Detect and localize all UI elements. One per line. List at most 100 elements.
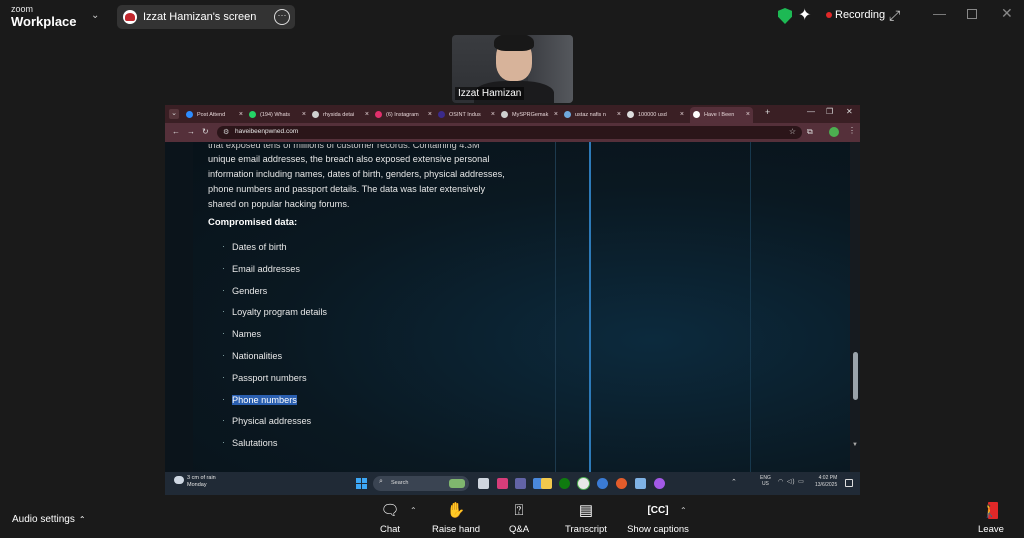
list-item-text: Dates of birth (232, 242, 287, 252)
tab-close-icon[interactable]: × (428, 107, 432, 123)
chevron-up-icon[interactable]: ⌃ (410, 506, 417, 515)
qa-button[interactable]: ⍰ Q&A (506, 502, 532, 535)
audio-settings-button[interactable]: Audio settings ⌃ (12, 514, 86, 525)
back-icon[interactable]: ← (172, 127, 180, 136)
xbox-icon[interactable] (559, 478, 570, 489)
more-options-icon[interactable]: ··· (274, 9, 290, 25)
logo-line-1: zoom (11, 4, 34, 14)
instagram-icon (375, 111, 382, 118)
web-icon (501, 111, 508, 118)
system-clock[interactable]: 4:02 PM 13/6/2025 (815, 475, 837, 489)
chevron-up-icon[interactable]: ⌃ (731, 478, 737, 486)
participant-video[interactable]: Izzat Hamizan (452, 35, 573, 103)
notification-icon[interactable] (845, 479, 853, 487)
decorative-line (750, 142, 751, 472)
app-icon[interactable] (497, 478, 508, 489)
tab-close-icon[interactable]: × (617, 107, 621, 123)
chevron-down-icon[interactable]: ⌄ (91, 10, 99, 21)
tab-close-icon[interactable]: × (302, 107, 306, 123)
tab-close-icon[interactable]: × (746, 107, 750, 123)
url-text: haveibeenpwned.com (235, 128, 299, 135)
selected-text: Phone numbers (232, 394, 297, 405)
list-item: Physical addresses (222, 415, 327, 438)
raise-hand-button[interactable]: ✋ Raise hand (432, 502, 480, 535)
chat-icon: 🗨 (380, 502, 400, 519)
fullscreen-icon[interactable]: ⤢ (889, 7, 900, 24)
participant-name: Izzat Hamizan (455, 87, 525, 100)
web-icon (564, 111, 571, 118)
leave-icon[interactable]: 🚶 (982, 502, 998, 520)
list-item-highlighted: Phone numbers (222, 394, 327, 417)
app-icon[interactable] (654, 478, 665, 489)
breach-text-line: shared on popular hacking forums. (208, 199, 350, 209)
app-icon[interactable] (616, 478, 627, 489)
osint-icon (438, 111, 445, 118)
chevron-up-icon[interactable]: ⌃ (680, 506, 687, 515)
address-bar[interactable]: ⚙ haveibeenpwned.com ☆ (217, 126, 802, 139)
browser-tab[interactable]: MySPRGemak × (498, 107, 561, 123)
browser-tab[interactable]: 100000 usd × (624, 107, 687, 123)
bookmark-star-icon[interactable]: ☆ (789, 127, 796, 136)
scroll-down-icon[interactable]: ▼ (852, 442, 858, 448)
forward-icon[interactable]: → (187, 127, 195, 136)
weather-widget[interactable]: 3 cm of rain Monday (187, 475, 216, 489)
app-icon[interactable] (597, 478, 608, 489)
extensions-icon[interactable]: ⧉ (807, 127, 813, 137)
windows-start-icon[interactable] (356, 478, 367, 489)
taskbar-search[interactable]: ⌕ Search (373, 476, 469, 491)
list-item-text: Nationalities (232, 350, 283, 361)
weather-icon[interactable] (174, 476, 184, 484)
browser-close-icon[interactable]: ✕ (846, 107, 853, 116)
google-icon (627, 111, 634, 118)
ai-companion-icon[interactable]: ✦ (798, 5, 811, 25)
tab-label: 100000 usd (638, 112, 667, 118)
network-volume-battery-icons[interactable]: ◠ ◁) ▭ (778, 478, 805, 485)
transcript-button[interactable]: ▤ Transcript (564, 502, 608, 535)
close-icon[interactable]: ✕ (1001, 5, 1013, 22)
browser-tab[interactable]: (194) Whats × (246, 107, 309, 123)
scrollbar-thumb[interactable] (853, 352, 858, 400)
browser-restore-icon[interactable]: ❐ (826, 107, 833, 116)
file-explorer-icon[interactable] (541, 478, 552, 489)
tab-close-icon[interactable]: × (365, 107, 369, 123)
teams-icon[interactable] (515, 478, 526, 489)
search-placeholder: Search (391, 480, 409, 486)
tab-close-icon[interactable]: × (554, 107, 558, 123)
minimize-icon[interactable]: — (933, 6, 946, 21)
new-tab-icon[interactable]: + (765, 107, 770, 117)
browser-tab[interactable]: (6) Instagram × (372, 107, 435, 123)
chrome-icon[interactable] (578, 478, 589, 489)
reload-icon[interactable]: ↻ (202, 127, 209, 136)
tab-search-icon[interactable]: ⌄ (169, 109, 179, 119)
search-icon: ⌕ (379, 478, 383, 485)
security-shield-icon[interactable] (778, 8, 792, 24)
browser-tab[interactable]: Post Attend × (183, 107, 246, 123)
browser-tab-active[interactable]: Have I Been × (690, 107, 753, 123)
task-view-icon[interactable] (478, 478, 489, 489)
browser-tab[interactable]: OSINT Indus × (435, 107, 498, 123)
tab-close-icon[interactable]: × (680, 107, 684, 123)
chat-button[interactable]: 🗨 Chat (376, 502, 404, 535)
profile-avatar[interactable] (829, 127, 839, 137)
whatsapp-icon (249, 111, 256, 118)
browser-minimize-icon[interactable]: — (807, 107, 815, 116)
zoom-icon (186, 111, 193, 118)
page-scrollbar[interactable]: ▼ (850, 142, 860, 472)
browser-tab[interactable]: ustaz nafis n × (561, 107, 624, 123)
clock-time: 4:02 PM (818, 475, 838, 481)
leave-button[interactable]: Leave (978, 524, 1004, 535)
browser-tab[interactable]: rhysida detai × (309, 107, 372, 123)
list-item: Names (222, 328, 327, 351)
tab-close-icon[interactable]: × (491, 107, 495, 123)
screen-share-pill[interactable]: Izzat Hamizan's screen ··· (117, 5, 295, 29)
maximize-icon[interactable] (967, 9, 977, 19)
app-icon[interactable] (635, 478, 646, 489)
chevron-up-icon[interactable]: ⌃ (79, 515, 86, 524)
decorative-line (589, 142, 591, 472)
language-indicator[interactable]: ENG US (760, 475, 771, 487)
browser-menu-icon[interactable]: ⋮ (848, 126, 856, 135)
tab-close-icon[interactable]: × (239, 107, 243, 123)
site-info-icon[interactable]: ⚙ (223, 128, 229, 136)
recording-dot-icon (826, 12, 832, 18)
recording-label[interactable]: Recording (835, 9, 885, 21)
